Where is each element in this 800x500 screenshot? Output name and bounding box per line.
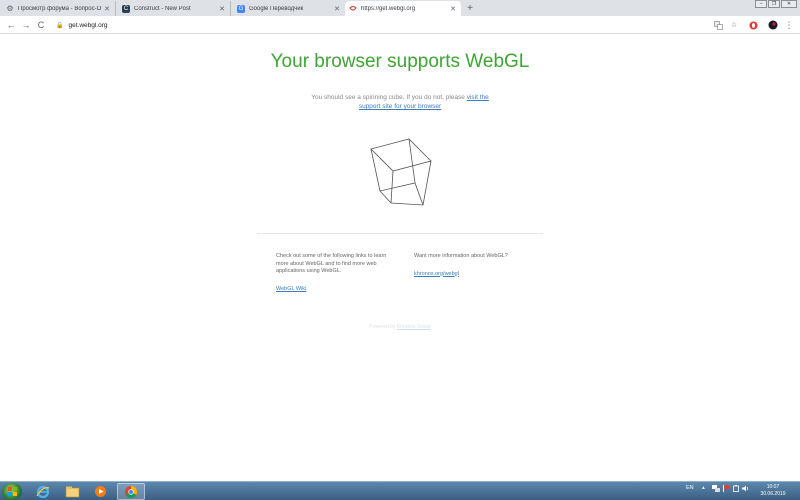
clock-date: 30.06.2019 <box>760 491 786 497</box>
minimize-button[interactable]: – <box>755 0 767 8</box>
tab-title: https://get.webgl.org <box>361 5 416 12</box>
links-column-right: Want more information about WebGL? khron… <box>414 253 544 278</box>
internet-explorer-icon <box>36 485 50 498</box>
media-player-icon <box>94 486 106 497</box>
volume-icon[interactable] <box>742 485 749 494</box>
opera-extension-icon[interactable] <box>747 19 759 31</box>
show-hidden-icons-arrow[interactable]: ▴ <box>702 485 705 491</box>
page-title: Your browser supports WebGL <box>270 51 530 72</box>
language-indicator[interactable]: EN <box>686 485 694 491</box>
tab-title: Construct - New Post <box>134 5 191 12</box>
gear-icon: ⚙ <box>6 4 14 13</box>
battery-icon[interactable] <box>733 485 739 494</box>
windows-logo-icon <box>7 487 17 496</box>
file-explorer-taskbar-button[interactable] <box>60 483 84 500</box>
lead-paragraph: You should see a spinning cube. If you d… <box>300 93 500 111</box>
bookmark-star-icon[interactable]: ☆ <box>728 19 740 31</box>
profile-avatar[interactable] <box>767 19 779 31</box>
links-column-left: Check out some of the following links to… <box>276 253 398 293</box>
tab-google-translate[interactable]: G Google Переводчик ✕ <box>233 1 345 16</box>
tab-title: Google Переводчик <box>249 5 304 12</box>
powered-text: Powered by <box>369 324 397 330</box>
translate-icon[interactable] <box>712 19 724 31</box>
folder-icon <box>65 486 79 498</box>
reload-button[interactable]: C <box>35 18 47 32</box>
network-icon[interactable] <box>712 485 720 494</box>
close-window-button[interactable]: ✕ <box>781 0 797 8</box>
close-icon[interactable]: ✕ <box>103 5 111 13</box>
forward-button[interactable]: → <box>20 18 32 32</box>
tab-construct[interactable]: C Construct - New Post ✕ <box>118 1 231 16</box>
media-player-taskbar-button[interactable] <box>88 483 112 500</box>
chrome-icon <box>125 485 138 498</box>
section-divider <box>257 233 543 234</box>
close-icon[interactable]: ✕ <box>449 5 457 13</box>
windows-taskbar: EN ▴ 10:07 30.06.2019 <box>0 481 800 500</box>
page-content: Your browser supports WebGL You should s… <box>0 35 800 481</box>
clock-time: 10:07 <box>766 484 780 490</box>
menu-kebab-icon[interactable]: ⋮ <box>783 19 795 31</box>
lead-text: You should see a spinning cube. If you d… <box>311 94 467 101</box>
tab-forum[interactable]: ⚙ Просмотр форума - Вопрос-О ✕ <box>2 1 116 16</box>
address-bar[interactable]: 🔒 get.webgl.org <box>52 18 707 32</box>
back-button[interactable]: ← <box>5 18 17 32</box>
maximize-button[interactable]: ❐ <box>768 0 780 8</box>
system-clock[interactable]: 10:07 30.06.2019 <box>752 484 794 498</box>
start-button[interactable] <box>2 483 22 500</box>
tab-webgl[interactable]: https://get.webgl.org ✕ <box>345 1 461 16</box>
info-description: Want more information about WebGL? <box>414 253 508 259</box>
browser-toolbar: ← → C 🔒 get.webgl.org ☆ ⋮ <box>0 16 800 34</box>
spinning-cube <box>370 138 432 206</box>
tab-title: Просмотр форума - Вопрос-О <box>18 5 102 12</box>
address-text: get.webgl.org <box>68 21 108 29</box>
webgl-wiki-link[interactable]: WebGL Wiki <box>276 286 398 294</box>
powered-by-footer: Powered by Khronos Group <box>0 324 800 330</box>
flag-icon[interactable] <box>723 485 730 494</box>
khronos-webgl-link[interactable]: khronos.org/webgl <box>414 271 544 279</box>
links-description: Check out some of the following links to… <box>276 253 387 274</box>
khronos-group-link[interactable]: Khronos Group <box>397 324 431 330</box>
close-icon[interactable]: ✕ <box>333 5 341 13</box>
internet-explorer-taskbar-button[interactable] <box>31 483 55 500</box>
construct-icon: C <box>122 4 130 13</box>
lock-icon: 🔒 <box>56 22 64 29</box>
chrome-taskbar-button[interactable] <box>117 483 145 500</box>
tab-strip: ⚙ Просмотр форума - Вопрос-О ✕ C Constru… <box>0 0 800 16</box>
webgl-icon <box>349 5 357 13</box>
close-icon[interactable]: ✕ <box>218 5 226 13</box>
new-tab-button[interactable]: + <box>463 1 477 15</box>
google-translate-icon: G <box>237 4 245 13</box>
